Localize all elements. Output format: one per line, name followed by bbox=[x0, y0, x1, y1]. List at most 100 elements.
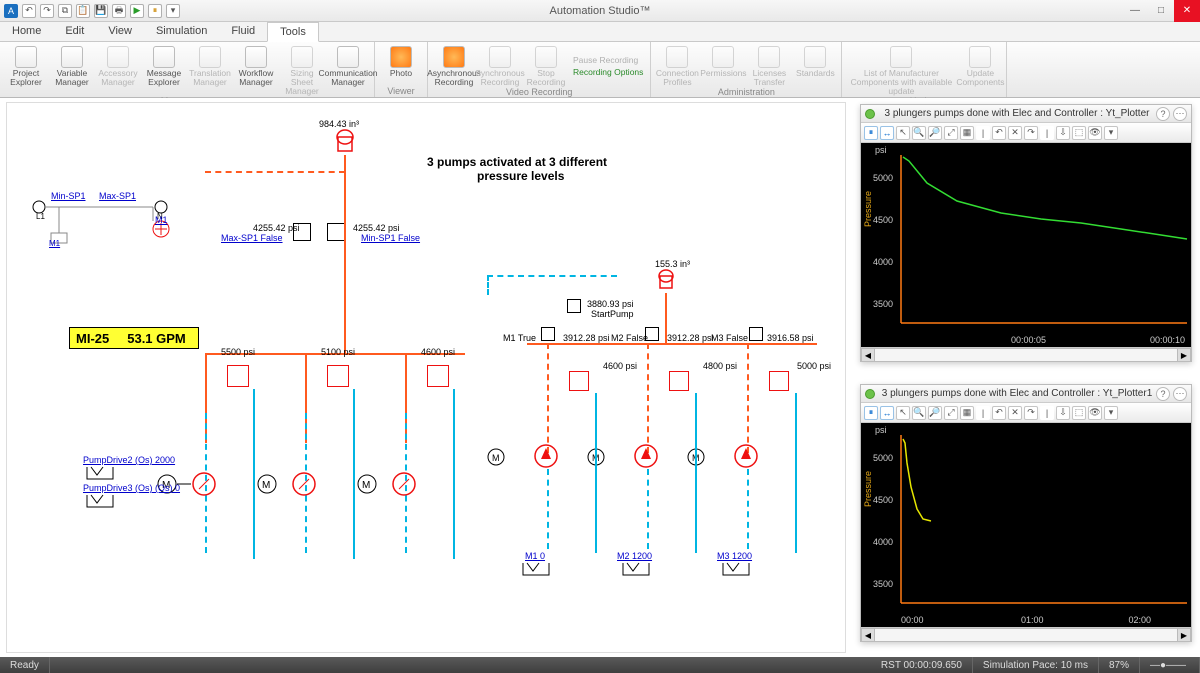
status-zoom-slider[interactable]: —●—— bbox=[1140, 657, 1200, 673]
qat-paste-icon[interactable]: 📋 bbox=[76, 4, 90, 18]
diagram-title-1: 3 pumps activated at 3 different bbox=[427, 155, 607, 169]
plotter2-menu-button[interactable]: ⋯ bbox=[1173, 387, 1187, 401]
snap-icon[interactable]: ⬚ bbox=[1072, 126, 1086, 140]
fit-icon[interactable]: ↔ bbox=[880, 126, 894, 140]
project-explorer-button[interactable]: Project Explorer bbox=[4, 44, 48, 96]
async-recording-button[interactable]: Asynchronous Recording bbox=[432, 44, 476, 87]
scroll-track[interactable] bbox=[875, 348, 1177, 362]
tab-edit[interactable]: Edit bbox=[53, 22, 96, 41]
zoom-out-icon[interactable]: 🔎 bbox=[928, 406, 942, 420]
window-minimize-button[interactable]: — bbox=[1122, 0, 1148, 22]
qat-undo-icon[interactable]: ↶ bbox=[22, 4, 36, 18]
pressure-6: 5000 psi bbox=[797, 361, 831, 371]
eye-icon[interactable]: 👁 bbox=[1088, 126, 1102, 140]
clear-icon[interactable]: ✕ bbox=[1008, 126, 1022, 140]
plotter2-chart[interactable]: psi Pressure 5000 4500 4000 3500 00:00 0… bbox=[861, 423, 1191, 627]
zoom-out-icon[interactable]: 🔎 bbox=[928, 126, 942, 140]
relief-valve-3 bbox=[427, 365, 449, 387]
fit-icon[interactable]: ↔ bbox=[880, 406, 894, 420]
more-icon[interactable]: ▾ bbox=[1104, 126, 1118, 140]
plotter1-help-button[interactable]: ? bbox=[1156, 107, 1170, 121]
scroll-left-icon[interactable]: ◀ bbox=[861, 348, 875, 362]
clear-icon[interactable]: ✕ bbox=[1008, 406, 1022, 420]
snap-icon[interactable]: ⬚ bbox=[1072, 406, 1086, 420]
message-explorer-button[interactable]: Message Explorer bbox=[142, 44, 186, 96]
redo-icon[interactable]: ↷ bbox=[1024, 126, 1038, 140]
export-icon[interactable]: ⇩ bbox=[1056, 406, 1070, 420]
zoom-fit-icon[interactable]: ⤢ bbox=[944, 406, 958, 420]
window-maximize-button[interactable]: □ bbox=[1148, 0, 1174, 22]
connection-profiles-button: Connection Profiles bbox=[655, 44, 699, 87]
photo-button[interactable]: Photo bbox=[379, 44, 423, 86]
qat-redo-icon[interactable]: ↷ bbox=[40, 4, 54, 18]
window-close-button[interactable]: ✕ bbox=[1174, 0, 1200, 22]
reading-value: 53.1 GPM bbox=[127, 331, 186, 346]
quick-access-toolbar: A ↶ ↷ ⧉ 📋 💾 🖶 ▶ ⏸ ▾ bbox=[0, 4, 180, 18]
undo-icon[interactable]: ↶ bbox=[992, 406, 1006, 420]
plotter2-help-button[interactable]: ? bbox=[1156, 387, 1170, 401]
sizing-sheet-manager-button: Sizing Sheet Manager bbox=[280, 44, 324, 96]
more-icon[interactable]: ▾ bbox=[1104, 406, 1118, 420]
variable-manager-button[interactable]: Variable Manager bbox=[50, 44, 94, 96]
m1-box-label[interactable]: M1 bbox=[49, 239, 60, 248]
m3-pressure: 3916.58 psi bbox=[767, 333, 814, 343]
qat-save-icon[interactable]: 💾 bbox=[94, 4, 108, 18]
grid-icon[interactable]: ▦ bbox=[960, 406, 974, 420]
message-icon bbox=[153, 46, 175, 68]
plotter1-menu-button[interactable]: ⋯ bbox=[1173, 107, 1187, 121]
accumulator-value: 984.43 in³ bbox=[319, 119, 359, 129]
scroll-left-icon[interactable]: ◀ bbox=[861, 628, 875, 642]
pumpdrive2-link[interactable]: PumpDrive2 (Os) 2000 bbox=[83, 455, 175, 465]
plotter2-status-icon bbox=[865, 389, 875, 399]
communication-manager-button[interactable]: Communication Manager bbox=[326, 44, 370, 96]
export-icon[interactable]: ⇩ bbox=[1056, 126, 1070, 140]
zoom-in-icon[interactable]: 🔍 bbox=[912, 406, 926, 420]
lock-icon bbox=[712, 46, 734, 68]
pause-icon[interactable]: ⏸ bbox=[864, 406, 878, 420]
tab-view[interactable]: View bbox=[96, 22, 144, 41]
plotter1-chart[interactable]: psi Pressure 5000 4500 4000 3500 00:00:0… bbox=[861, 143, 1191, 347]
min-sp1-false[interactable]: Min-SP1 False bbox=[361, 233, 420, 243]
zoom-fit-icon[interactable]: ⤢ bbox=[944, 126, 958, 140]
plotter2-scrollbar[interactable]: ◀▶ bbox=[861, 627, 1191, 641]
m2-bottom[interactable]: M2 1200 bbox=[617, 551, 652, 561]
grid-icon[interactable]: ▦ bbox=[960, 126, 974, 140]
pump-left-3 bbox=[391, 471, 417, 497]
max-sp1-false[interactable]: Max-SP1 False bbox=[221, 233, 283, 243]
m1-bottom[interactable]: M1 0 bbox=[525, 551, 545, 561]
tab-home[interactable]: Home bbox=[0, 22, 53, 41]
cursor-icon[interactable]: ↖ bbox=[896, 126, 910, 140]
pumpdrive3-link[interactable]: PumpDrive3 (Os) (Os) 0 bbox=[83, 483, 180, 493]
ribbon-group-update: List of Manufacturer Components with ava… bbox=[842, 42, 1007, 97]
scroll-right-icon[interactable]: ▶ bbox=[1177, 348, 1191, 362]
qat-print-icon[interactable]: 🖶 bbox=[112, 4, 126, 18]
plotter1-scrollbar[interactable]: ◀▶ bbox=[861, 347, 1191, 361]
stop-recording-button: Stop Recording bbox=[524, 44, 568, 87]
reservoir-icon-2 bbox=[621, 561, 651, 577]
redo-icon[interactable]: ↷ bbox=[1024, 406, 1038, 420]
qat-copy-icon[interactable]: ⧉ bbox=[58, 4, 72, 18]
qat-more-icon[interactable]: ▾ bbox=[166, 4, 180, 18]
zoom-in-icon[interactable]: 🔍 bbox=[912, 126, 926, 140]
accessory-icon bbox=[107, 46, 129, 68]
undo-icon[interactable]: ↶ bbox=[992, 126, 1006, 140]
qat-pause-icon[interactable]: ⏸ bbox=[148, 4, 162, 18]
m1-state: M1 True bbox=[503, 333, 536, 343]
tab-fluid[interactable]: Fluid bbox=[219, 22, 267, 41]
workflow-manager-button[interactable]: Workflow Manager bbox=[234, 44, 278, 96]
qat-logo-icon[interactable]: A bbox=[4, 4, 18, 18]
sep-icon: | bbox=[976, 126, 990, 140]
eye-icon[interactable]: 👁 bbox=[1088, 406, 1102, 420]
tab-simulation[interactable]: Simulation bbox=[144, 22, 219, 41]
scroll-right-icon[interactable]: ▶ bbox=[1177, 628, 1191, 642]
qat-run-icon[interactable]: ▶ bbox=[130, 4, 144, 18]
plotter1-toolbar: ⏸ ↔ ↖ 🔍 🔎 ⤢ ▦ | ↶ ✕ ↷ | ⇩ ⬚ 👁 ▾ bbox=[861, 123, 1191, 143]
m3-bottom[interactable]: M3 1200 bbox=[717, 551, 752, 561]
cursor-icon[interactable]: ↖ bbox=[896, 406, 910, 420]
m1-link[interactable]: M1 bbox=[155, 215, 168, 225]
pump-left-2 bbox=[291, 471, 317, 497]
scroll-track[interactable] bbox=[875, 628, 1177, 642]
pause-icon[interactable]: ⏸ bbox=[864, 126, 878, 140]
tab-tools[interactable]: Tools bbox=[267, 22, 319, 42]
diagram-canvas[interactable]: 3 pumps activated at 3 different pressur… bbox=[6, 102, 846, 653]
